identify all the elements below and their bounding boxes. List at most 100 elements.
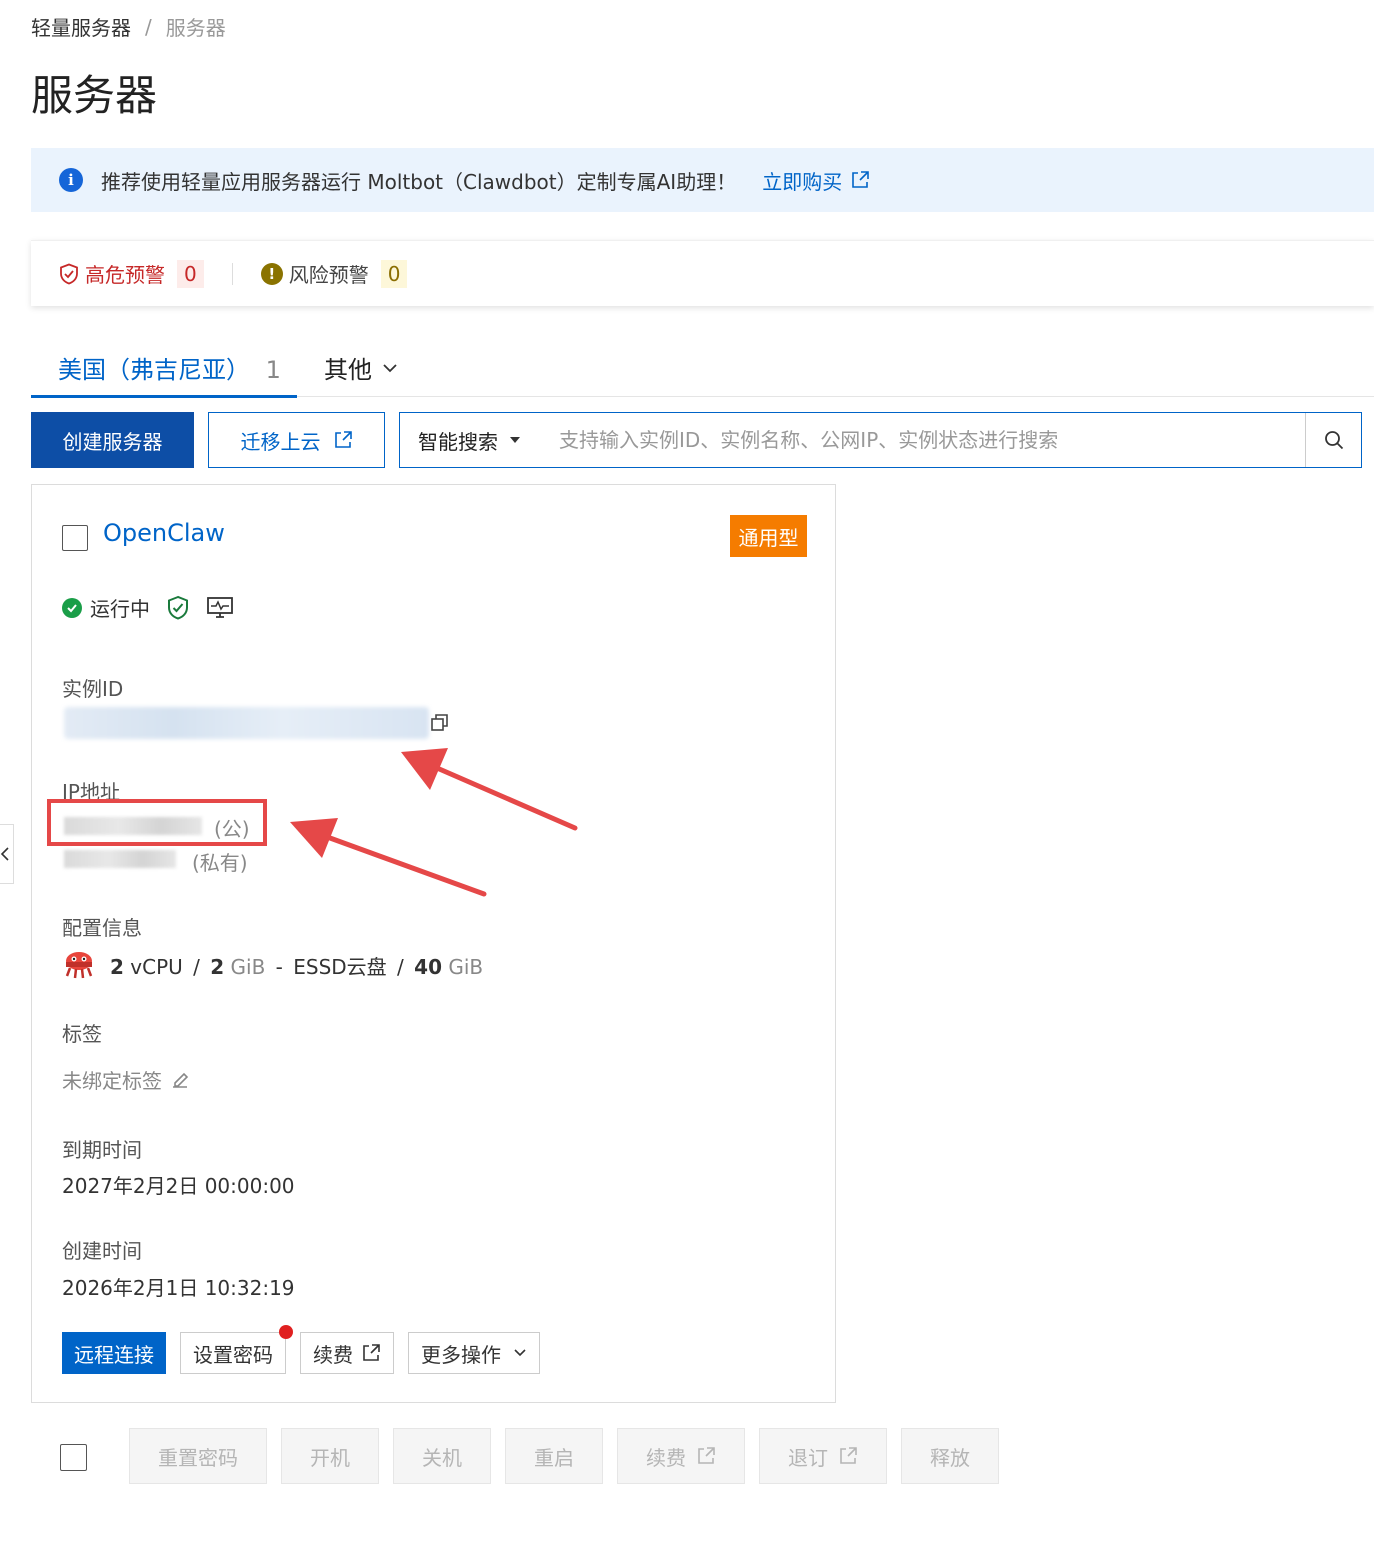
card-actions: 远程连接 设置密码 续费 更多操作 <box>62 1325 540 1374</box>
notice-text: 推荐使用轻量应用服务器运行 Moltbot（Clawdbot）定制专属AI助理！ <box>101 169 737 194</box>
external-link-icon <box>363 1344 380 1361</box>
instance-status-text: 运行中 <box>90 597 150 621</box>
renew-label: 续费 <box>313 1342 353 1367</box>
chevron-down-icon <box>383 363 397 372</box>
batch-renew-button[interactable]: 续费 <box>617 1428 745 1484</box>
os-app-icon <box>65 952 93 979</box>
search-icon <box>1324 431 1343 450</box>
instance-type-badge: 通用型 <box>730 515 807 557</box>
promo-notice: i 推荐使用轻量应用服务器运行 Moltbot（Clawdbot）定制专属AI助… <box>31 148 1374 212</box>
warning-icon: ! <box>260 262 283 285</box>
shield-alert-icon <box>60 263 78 284</box>
spec-cpu-num: 2 <box>110 954 124 979</box>
spec-disk-num: 40 <box>414 954 442 979</box>
batch-reset-password-button[interactable]: 重置密码 <box>129 1428 267 1484</box>
batch-stop-button[interactable]: 关机 <box>393 1428 491 1484</box>
tab-other-label: 其他 <box>324 356 372 384</box>
sidebar-collapse-handle[interactable] <box>0 824 14 884</box>
spec-mem-unit: GiB <box>230 954 266 979</box>
spec-text: 2 vCPU / 2 GiB - ESSD云盘 / 40 GiB <box>110 951 483 980</box>
edit-icon <box>173 1072 189 1088</box>
annotation-highlight-box <box>47 799 267 846</box>
spec-mem-num: 2 <box>210 954 225 979</box>
tag-edit[interactable]: 未绑定标签 <box>62 1065 190 1094</box>
private-ip-redacted <box>64 850 176 868</box>
migrate-button[interactable]: 迁移上云 <box>208 412 385 468</box>
created-label: 创建时间 <box>62 1239 142 1263</box>
high-alert-item[interactable]: 高危预警 0 <box>59 259 204 288</box>
monitor-icon[interactable] <box>206 596 234 620</box>
spec-dash: - <box>275 954 283 979</box>
private-ip-suffix: (私有) <box>192 851 248 875</box>
config-label: 配置信息 <box>62 916 142 940</box>
instance-card: OpenClaw 通用型 运行中 实例ID IP地址 (公) (私有) 配置信息… <box>31 484 836 1403</box>
risk-alert-label: 风险预警 <box>288 263 369 287</box>
buy-now-label: 立即购买 <box>762 169 843 194</box>
high-alert-count: 0 <box>177 259 204 288</box>
breadcrumb-separator: / <box>145 14 152 39</box>
alerts-divider <box>231 262 233 285</box>
batch-start-button[interactable]: 开机 <box>281 1428 379 1484</box>
risk-alert-count: 0 <box>380 259 408 288</box>
renew-button[interactable]: 续费 <box>300 1332 394 1374</box>
spec-sep1: / <box>193 954 200 979</box>
notification-dot <box>279 1325 293 1339</box>
external-link-icon <box>334 431 352 448</box>
breadcrumb: 轻量服务器 / 服务器 <box>31 12 226 41</box>
shield-check-icon[interactable] <box>166 595 190 621</box>
batch-renew-label: 续费 <box>646 1445 686 1470</box>
migrate-label: 迁移上云 <box>240 429 321 454</box>
set-password-button[interactable]: 设置密码 <box>180 1325 293 1374</box>
info-icon: i <box>59 168 83 192</box>
batch-unsubscribe-button[interactable]: 退订 <box>759 1428 887 1484</box>
instance-name-link[interactable]: OpenClaw <box>103 519 225 547</box>
search-button[interactable] <box>1305 413 1361 467</box>
search-box: 智能搜索 <box>399 412 1362 468</box>
copy-icon[interactable] <box>430 713 450 733</box>
tag-value: 未绑定标签 <box>62 1069 162 1093</box>
instance-id-label: 实例ID <box>62 677 124 701</box>
external-link-icon <box>852 171 870 188</box>
select-all-checkbox[interactable] <box>60 1444 87 1471</box>
more-actions-label: 更多操作 <box>421 1342 501 1367</box>
chevron-down-icon <box>514 1349 526 1357</box>
high-alert-label: 高危预警 <box>85 263 165 287</box>
page-title: 服务器 <box>31 71 158 120</box>
created-value: 2026年2月1日 10:32:19 <box>62 1276 295 1300</box>
instance-status-row: 运行中 <box>62 593 234 622</box>
batch-restart-button[interactable]: 重启 <box>505 1428 603 1484</box>
remote-connect-button[interactable]: 远程连接 <box>62 1332 166 1374</box>
spec-disk-unit: GiB <box>448 954 484 979</box>
config-spec-row: 2 vCPU / 2 GiB - ESSD云盘 / 40 GiB <box>62 948 483 982</box>
tab-region-count: 1 <box>265 356 281 384</box>
more-actions-button[interactable]: 更多操作 <box>408 1332 540 1374</box>
search-mode-label: 智能搜索 <box>418 429 498 454</box>
buy-now-link[interactable]: 立即购买 <box>762 166 870 195</box>
running-status-icon <box>62 597 82 618</box>
spec-sep2: / <box>397 954 404 979</box>
spec-cpu-unit: vCPU <box>130 954 183 979</box>
instance-checkbox[interactable] <box>62 525 88 551</box>
set-password-label: 设置密码 <box>193 1342 273 1367</box>
batch-unsubscribe-label: 退订 <box>788 1445 828 1470</box>
tab-region-label: 美国（弗吉尼亚） <box>58 356 250 384</box>
chevron-left-icon <box>0 847 9 861</box>
risk-alert-item[interactable]: ! 风险预警 0 <box>260 259 408 288</box>
spec-disk-type: ESSD云盘 <box>293 954 387 979</box>
instance-id-redacted <box>64 707 429 739</box>
tab-region-virginia[interactable]: 美国（弗吉尼亚） 1 <box>31 350 297 398</box>
search-input[interactable] <box>546 413 1305 467</box>
batch-actions-bar: 重置密码 开机 关机 重启 续费 退订 释放 <box>129 1428 999 1484</box>
external-link-icon <box>698 1447 715 1464</box>
batch-release-button[interactable]: 释放 <box>901 1428 999 1484</box>
tag-label: 标签 <box>62 1022 102 1046</box>
caret-down-icon <box>510 437 520 443</box>
alerts-panel: 高危预警 0 ! 风险预警 0 <box>31 240 1374 306</box>
create-server-button[interactable]: 创建服务器 <box>31 412 194 468</box>
search-mode-select[interactable]: 智能搜索 <box>400 413 546 467</box>
tab-other[interactable]: 其他 <box>324 350 398 385</box>
breadcrumb-parent-link[interactable]: 轻量服务器 <box>31 12 131 41</box>
external-link-icon <box>840 1447 857 1464</box>
expire-value: 2027年2月2日 00:00:00 <box>62 1174 295 1198</box>
expire-label: 到期时间 <box>62 1138 142 1162</box>
